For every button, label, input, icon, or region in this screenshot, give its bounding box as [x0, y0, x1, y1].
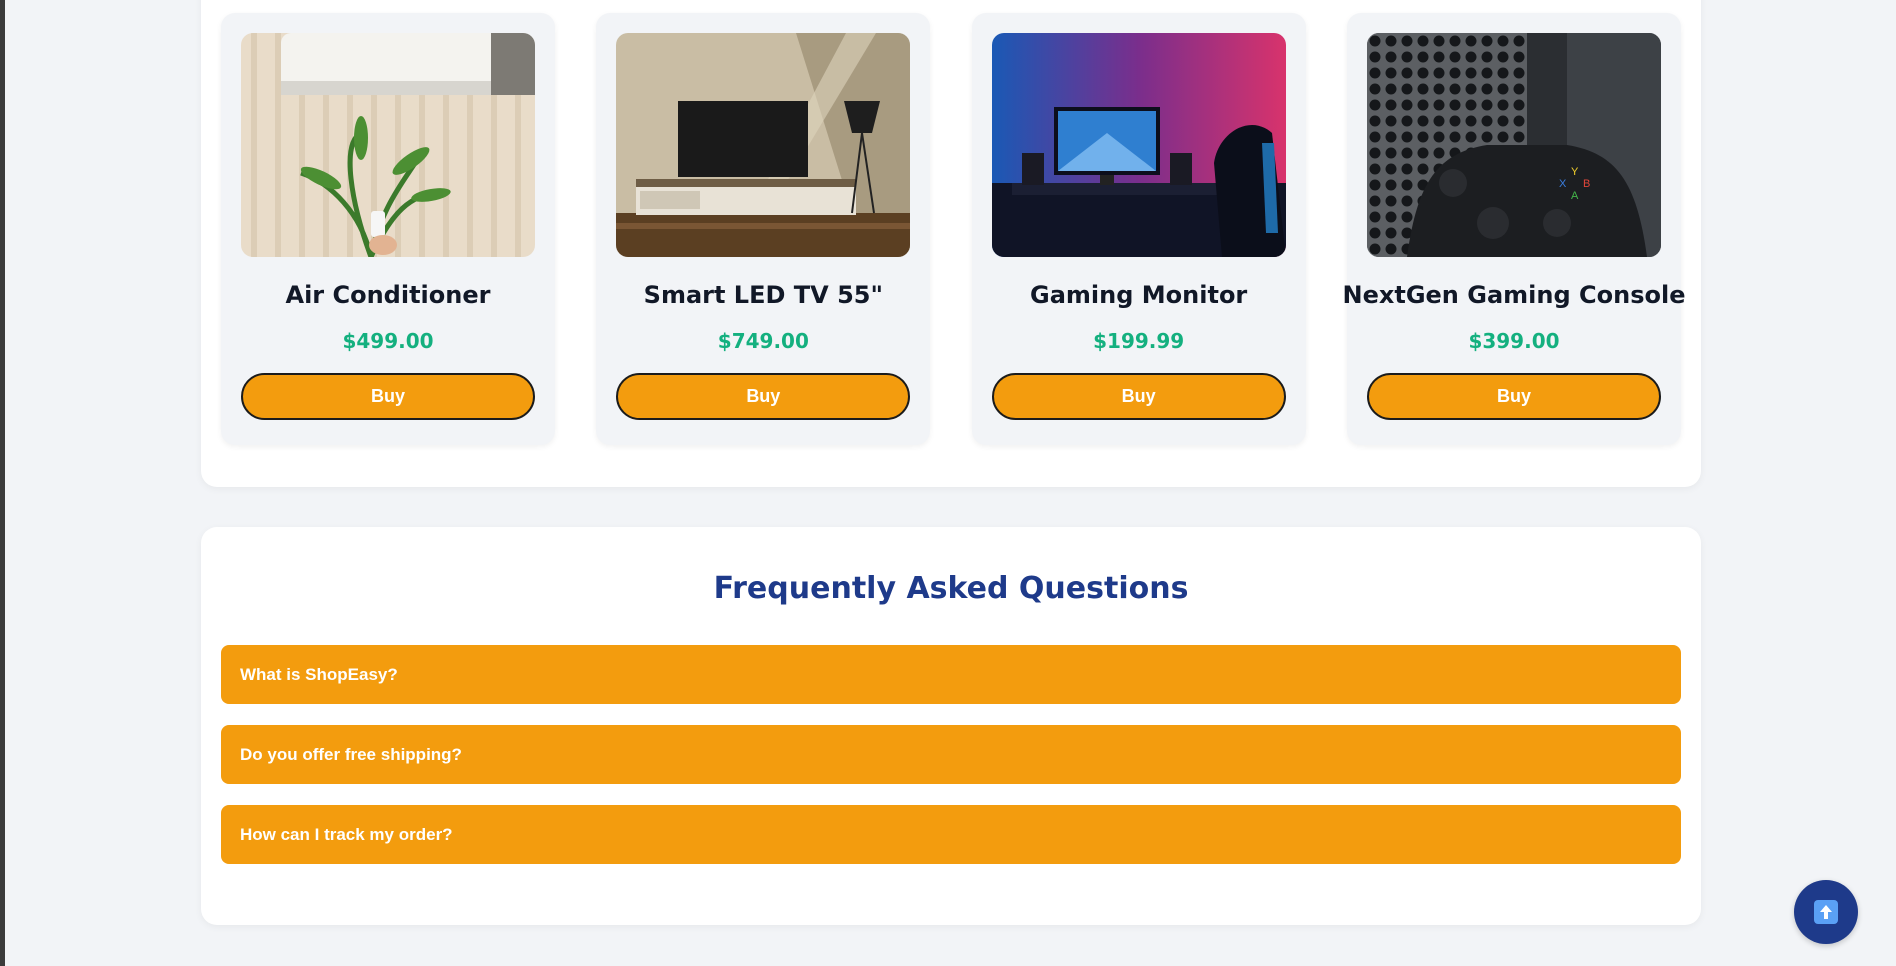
gaming-console-image: Y X B A	[1366, 33, 1661, 257]
buy-button[interactable]: Buy	[616, 373, 911, 420]
window-left-edge	[0, 0, 5, 966]
product-card: Smart LED TV 55" $749.00 Buy	[596, 13, 931, 445]
faq-item-free-shipping[interactable]: Do you offer free shipping?	[221, 725, 1681, 784]
product-price: $749.00	[717, 329, 809, 353]
smart-tv-image	[616, 33, 911, 257]
svg-text:X: X	[1559, 178, 1567, 190]
faq-section: Frequently Asked Questions What is ShopE…	[201, 527, 1701, 925]
svg-text:B: B	[1583, 178, 1590, 190]
product-card: Air Conditioner $499.00 Buy	[221, 13, 555, 445]
product-price: $499.00	[342, 329, 434, 353]
arrow-up-icon	[1814, 900, 1838, 924]
svg-text:Y: Y	[1571, 166, 1579, 178]
air-conditioner-image	[241, 33, 535, 257]
product-name: Gaming Monitor	[1030, 281, 1248, 309]
product-name: NextGen Gaming Console	[1342, 281, 1686, 309]
faq-item-what-is-shopeasy[interactable]: What is ShopEasy?	[221, 645, 1681, 704]
product-card: Y X B A NextGen Gaming Console $399.00 B…	[1343, 13, 1685, 445]
faq-title: Frequently Asked Questions	[713, 571, 1189, 606]
scroll-to-top-button[interactable]	[1794, 880, 1858, 944]
buy-button[interactable]: Buy	[1366, 373, 1661, 420]
buy-button[interactable]: Buy	[991, 373, 1286, 420]
faq-item-track-order[interactable]: How can I track my order?	[221, 805, 1681, 864]
product-price: $399.00	[1468, 329, 1560, 353]
product-grid: Air Conditioner $499.00 Buy Smart LED TV…	[221, 13, 1685, 445]
product-price: $199.99	[1093, 329, 1185, 353]
svg-text:A: A	[1571, 190, 1579, 202]
product-name: Air Conditioner	[285, 281, 491, 309]
gaming-monitor-image	[991, 33, 1286, 257]
product-name: Smart LED TV 55"	[643, 281, 883, 309]
buy-button[interactable]: Buy	[241, 373, 535, 420]
product-card: Gaming Monitor $199.99 Buy	[971, 13, 1306, 445]
